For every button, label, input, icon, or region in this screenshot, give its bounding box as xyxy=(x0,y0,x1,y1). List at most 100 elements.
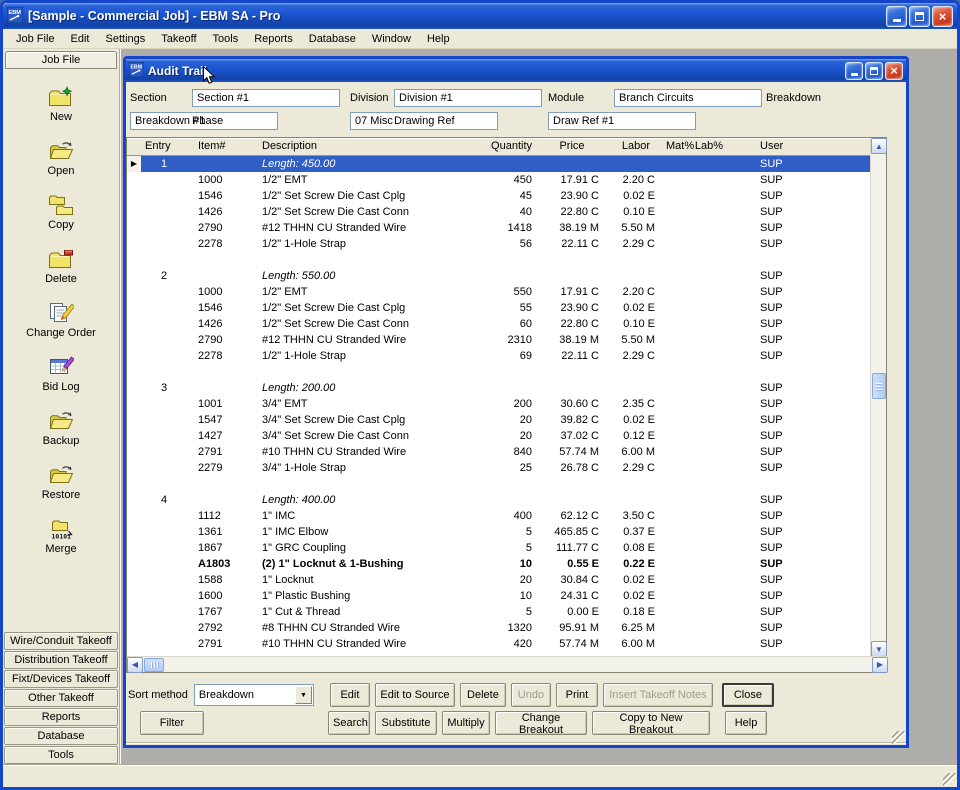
button-change-breakout[interactable]: Change Breakout xyxy=(495,711,587,735)
table-row[interactable]: 2790#12 THHN CU Stranded Wire141838.19 M… xyxy=(127,220,872,236)
table-row[interactable]: 10013/4" EMT20030.60 C2.35 CSUP xyxy=(127,396,872,412)
table-row[interactable]: 16001" Plastic Bushing1024.31 C0.02 ESUP xyxy=(127,588,872,604)
table-row[interactable]: 2791#10 THHN CU Stranded Wire42057.74 M6… xyxy=(127,636,872,652)
menu-item-takeoff[interactable]: Takeoff xyxy=(154,31,203,47)
dropdown-arrow-icon[interactable]: ▼ xyxy=(295,686,312,704)
sidebar-tab-distribution-takeoff[interactable]: Distribution Takeoff xyxy=(4,651,118,669)
sidebar-action-open[interactable]: Open xyxy=(4,140,118,177)
menu-item-reports[interactable]: Reports xyxy=(247,31,300,47)
sidebar-action-copy[interactable]: Copy xyxy=(4,194,118,231)
sidebar-action-delete[interactable]: Delete xyxy=(4,248,118,285)
column-header-entry[interactable]: Entry xyxy=(141,138,193,155)
table-row[interactable]: 15461/2" Set Screw Die Cast Cplg4523.90 … xyxy=(127,188,872,204)
sidebar-tab-database[interactable]: Database xyxy=(4,727,118,745)
sort-method-value: Breakdown xyxy=(199,689,254,701)
table-row[interactable]: 11121" IMC40062.12 C3.50 CSUP xyxy=(127,508,872,524)
sidebar-tab-wire-conduit-takeoff[interactable]: Wire/Conduit Takeoff xyxy=(4,632,118,650)
button-help[interactable]: Help xyxy=(725,711,767,735)
menu-item-database[interactable]: Database xyxy=(302,31,363,47)
scroll-left-button[interactable]: ◀ xyxy=(127,657,143,673)
table-row[interactable]: 15881" Locknut2030.84 C0.02 ESUP xyxy=(127,572,872,588)
menu-item-window[interactable]: Window xyxy=(365,31,418,47)
dialog-minimize-button[interactable] xyxy=(845,62,863,80)
table-row[interactable]: 22793/4" 1-Hole Strap2526.78 C2.29 CSUP xyxy=(127,460,872,476)
field-value-section[interactable]: Section #1 xyxy=(192,89,340,107)
table-row-group[interactable]: ▶1Length: 450.00SUP xyxy=(127,156,872,172)
sidebar-action-bid-log[interactable]: Bid Log xyxy=(4,356,118,393)
scroll-down-button[interactable]: ▼ xyxy=(871,641,887,657)
button-edit-to-source[interactable]: Edit to Source xyxy=(375,683,455,707)
button-multiply[interactable]: Multiply xyxy=(442,711,490,735)
maximize-button[interactable] xyxy=(909,6,930,27)
sort-method-select[interactable]: Breakdown ▼ xyxy=(194,684,314,706)
field-value-division[interactable]: Division #1 xyxy=(394,89,542,107)
column-header-price[interactable]: Price xyxy=(538,138,606,155)
sidebar-tab-job-file[interactable]: Job File xyxy=(5,51,117,69)
sidebar-tab-reports[interactable]: Reports xyxy=(4,708,118,726)
table-row-group[interactable]: 2Length: 550.00SUP xyxy=(127,268,872,284)
sidebar-tab-other-takeoff[interactable]: Other Takeoff xyxy=(4,689,118,707)
resize-grip[interactable] xyxy=(892,731,905,744)
table-row-group[interactable]: 3Length: 200.00SUP xyxy=(127,380,872,396)
column-header-lab[interactable]: Lab% xyxy=(694,138,724,155)
horizontal-scroll-thumb[interactable] xyxy=(144,658,164,672)
table-row[interactable]: 10001/2" EMT55017.91 C2.20 CSUP xyxy=(127,284,872,300)
close-button[interactable]: × xyxy=(932,6,953,27)
sidebar-action-backup[interactable]: Backup xyxy=(4,410,118,447)
table-row[interactable]: 22781/2" 1-Hole Strap5622.11 C2.29 CSUP xyxy=(127,236,872,252)
table-row[interactable]: 17671" Cut & Thread50.00 E0.18 ESUP xyxy=(127,604,872,620)
minimize-button[interactable] xyxy=(886,6,907,27)
table-row[interactable]: 15461/2" Set Screw Die Cast Cplg5523.90 … xyxy=(127,300,872,316)
vertical-scrollbar[interactable]: ▲ ▼ xyxy=(870,138,886,657)
button-close[interactable]: Close xyxy=(722,683,774,707)
table-row[interactable]: 13611" IMC Elbow5465.85 C0.37 ESUP xyxy=(127,524,872,540)
button-edit[interactable]: Edit xyxy=(330,683,370,707)
table-row[interactable]: 14273/4" Set Screw Die Cast Conn2037.02 … xyxy=(127,428,872,444)
table-row-group[interactable]: 4Length: 400.00SUP xyxy=(127,492,872,508)
scroll-up-button[interactable]: ▲ xyxy=(871,138,887,154)
menu-item-settings[interactable]: Settings xyxy=(99,31,153,47)
column-header-user[interactable]: User xyxy=(724,138,872,155)
button-delete[interactable]: Delete xyxy=(460,683,506,707)
sidebar-action-restore[interactable]: Restore xyxy=(4,464,118,501)
table-row[interactable]: 18671" GRC Coupling5111.77 C0.08 ESUP xyxy=(127,540,872,556)
menu-item-tools[interactable]: Tools xyxy=(206,31,246,47)
dialog-maximize-button[interactable] xyxy=(865,62,883,80)
column-header-description[interactable]: Description xyxy=(255,138,483,155)
field-value-module[interactable]: Branch Circuits xyxy=(614,89,762,107)
field-value-drawing-ref[interactable]: Draw Ref #1 xyxy=(548,112,696,130)
menu-item-help[interactable]: Help xyxy=(420,31,457,47)
sidebar-action-change-order[interactable]: Change Order xyxy=(4,302,118,339)
filter-button[interactable]: Filter xyxy=(140,711,204,735)
dialog-close-button[interactable]: × xyxy=(885,62,903,80)
sidebar-action-merge[interactable]: 10101Merge xyxy=(4,518,118,555)
table-row[interactable]: 15473/4" Set Screw Die Cast Cplg2039.82 … xyxy=(127,412,872,428)
table-row[interactable]: A1803(2) 1" Locknut & 1-Bushing100.55 E0… xyxy=(127,556,872,572)
table-row[interactable]: 14261/2" Set Screw Die Cast Conn6022.80 … xyxy=(127,316,872,332)
column-header-quantity[interactable]: Quantity xyxy=(483,138,538,155)
button-print[interactable]: Print xyxy=(556,683,598,707)
sidebar-action-new[interactable]: New xyxy=(4,86,118,123)
horizontal-scrollbar[interactable]: ◀ ▶ xyxy=(127,656,888,672)
column-header-selector[interactable] xyxy=(127,138,141,155)
menu-item-edit[interactable]: Edit xyxy=(64,31,97,47)
resize-grip[interactable] xyxy=(943,773,956,786)
table-row[interactable]: 22781/2" 1-Hole Strap6922.11 C2.29 CSUP xyxy=(127,348,872,364)
table-row[interactable]: 14261/2" Set Screw Die Cast Conn4022.80 … xyxy=(127,204,872,220)
column-header-labor[interactable]: Labor xyxy=(606,138,666,155)
cell-desc: 1/2" Set Screw Die Cast Cplg xyxy=(255,188,483,204)
vertical-scroll-thumb[interactable] xyxy=(872,373,886,399)
table-row[interactable]: 2791#10 THHN CU Stranded Wire84057.74 M6… xyxy=(127,444,872,460)
sidebar-tab-fixt-devices-takeoff[interactable]: Fixt/Devices Takeoff xyxy=(4,670,118,688)
sidebar-tab-tools[interactable]: Tools xyxy=(4,746,118,764)
button-substitute[interactable]: Substitute xyxy=(375,711,437,735)
table-row[interactable]: 10001/2" EMT45017.91 C2.20 CSUP xyxy=(127,172,872,188)
menu-item-job-file[interactable]: Job File xyxy=(9,31,62,47)
table-row[interactable]: 2790#12 THHN CU Stranded Wire231038.19 M… xyxy=(127,332,872,348)
scroll-right-button[interactable]: ▶ xyxy=(872,657,888,673)
column-header-mat[interactable]: Mat% xyxy=(666,138,694,155)
button-copy-to-new-breakout[interactable]: Copy to New Breakout xyxy=(592,711,710,735)
table-row[interactable]: 2792#8 THHN CU Stranded Wire132095.91 M6… xyxy=(127,620,872,636)
button-search[interactable]: Search xyxy=(328,711,370,735)
column-header-item[interactable]: Item# xyxy=(193,138,255,155)
